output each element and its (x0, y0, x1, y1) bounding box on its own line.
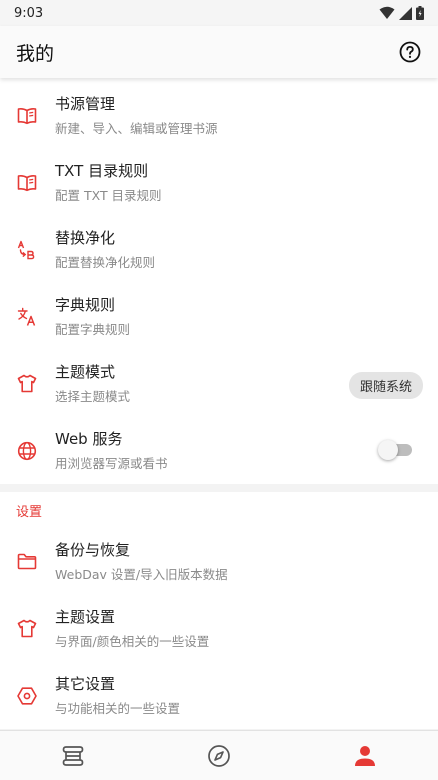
menu-item-subtitle: WebDav 设置/导入旧版本数据 (55, 567, 228, 582)
menu-item-txt-toc-rules[interactable]: TXT 目录规则 配置 TXT 目录规则 (0, 149, 438, 216)
content-scroll-area[interactable]: 书源管理 新建、导入、编辑或管理书源 TXT 目录规则 配置 TXT 目录规则 (0, 78, 438, 730)
hexagon-settings-icon (16, 685, 38, 707)
battery-icon (416, 6, 424, 20)
shirt-icon (16, 618, 38, 640)
book-open-icon (16, 105, 38, 127)
switch-knob (378, 440, 398, 460)
settings-section-header: 设置 (16, 505, 43, 520)
shirt-icon (16, 373, 38, 395)
wifi-icon (379, 6, 395, 19)
menu-item-other-settings[interactable]: 其它设置 与功能相关的一些设置 (0, 662, 438, 729)
menu-item-backup-restore[interactable]: 备份与恢复 WebDav 设置/导入旧版本数据 (0, 528, 438, 595)
bottom-navigation (0, 730, 438, 780)
nav-discover[interactable] (146, 731, 292, 780)
menu-item-book-source[interactable]: 书源管理 新建、导入、编辑或管理书源 (0, 82, 438, 149)
menu-item-subtitle: 用浏览器写源或看书 (55, 456, 168, 471)
menu-item-replace-purify[interactable]: 替换净化 配置替换净化规则 (0, 216, 438, 283)
menu-item-title: 其它设置 (55, 675, 116, 693)
menu-item-subtitle: 与功能相关的一些设置 (55, 701, 181, 716)
menu-item-subtitle: 配置 TXT 目录规则 (55, 188, 162, 203)
person-icon (355, 745, 375, 766)
theme-mode-chip[interactable]: 跟随系统 (348, 372, 423, 399)
settings-card: 设置 备份与恢复 WebDav 设置/导入旧版本数据 主题设置 与界面/颜色相关… (0, 492, 438, 729)
status-icons (379, 6, 424, 20)
menu-item-dictionary-rules[interactable]: 字典规则 配置字典规则 (0, 283, 438, 350)
translate-icon (16, 306, 38, 328)
menu-item-theme-mode[interactable]: 主题模式 选择主题模式 跟随系统 (0, 350, 438, 417)
menu-item-title: Web 服务 (55, 430, 123, 448)
page-title: 我的 (16, 42, 55, 65)
menu-item-subtitle: 选择主题模式 (55, 389, 131, 404)
status-bar: 9:03 (0, 0, 438, 26)
web-service-switch[interactable] (378, 440, 412, 460)
menu-item-subtitle: 新建、导入、编辑或管理书源 (55, 121, 218, 136)
book-open-icon (16, 172, 38, 194)
compass-icon (208, 744, 230, 767)
folder-icon (16, 551, 38, 573)
menu-item-title: 备份与恢复 (55, 541, 131, 559)
menu-item-subtitle: 配置替换净化规则 (55, 255, 156, 270)
nav-bookshelf[interactable] (0, 731, 146, 780)
menu-item-title: TXT 目录规则 (55, 162, 149, 180)
replace-ab-icon (16, 239, 38, 261)
menu-item-title: 主题设置 (55, 608, 116, 626)
globe-icon (16, 440, 38, 462)
app-bar: 我的 (0, 26, 438, 78)
menu-item-web-service[interactable]: Web 服务 用浏览器写源或看书 (0, 417, 438, 484)
nav-my[interactable] (292, 731, 438, 780)
help-button[interactable] (398, 40, 422, 64)
main-menu-card: 书源管理 新建、导入、编辑或管理书源 TXT 目录规则 配置 TXT 目录规则 (0, 78, 438, 484)
menu-item-subtitle: 与界面/颜色相关的一些设置 (55, 634, 210, 649)
menu-item-title: 主题模式 (55, 363, 116, 381)
menu-item-title: 替换净化 (55, 229, 116, 247)
menu-item-theme-settings[interactable]: 主题设置 与界面/颜色相关的一些设置 (0, 595, 438, 662)
signal-icon (399, 6, 412, 20)
status-time: 9:03 (14, 5, 44, 21)
help-circle-icon (399, 41, 421, 63)
menu-item-title: 字典规则 (55, 296, 116, 314)
menu-item-title: 书源管理 (55, 95, 116, 113)
menu-item-subtitle: 配置字典规则 (55, 322, 131, 337)
bookshelf-icon (62, 745, 84, 766)
section-divider (0, 484, 438, 492)
